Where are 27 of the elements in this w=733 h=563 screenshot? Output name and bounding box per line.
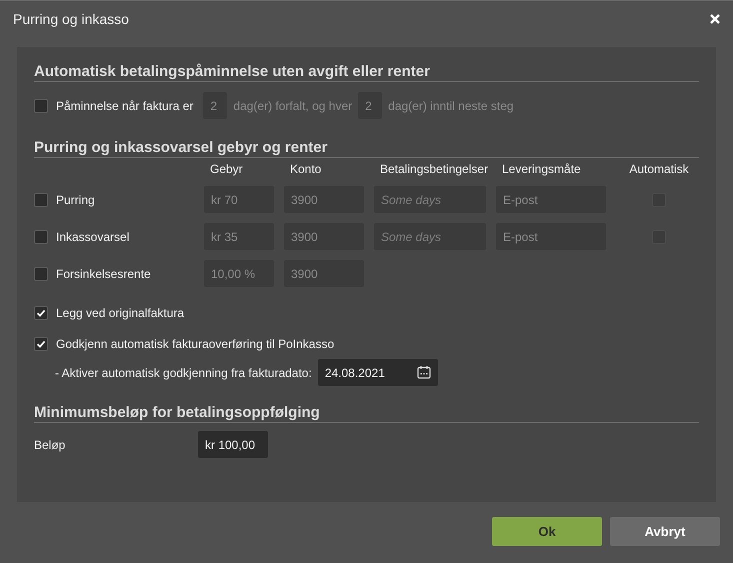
checkbox-label: Påminnelse når faktura er <box>56 98 194 112</box>
checkbox[interactable] <box>34 306 48 320</box>
field-label: Beløp <box>34 438 66 452</box>
window-title: Purring og inkasso <box>13 11 129 27</box>
checkbox-label: Forsinkelsesrente <box>56 266 151 280</box>
cancel-button[interactable]: Avbryt <box>610 517 720 546</box>
checkbox-label: Purring <box>56 192 95 206</box>
section-heading: Automatisk betalingspåminnelse uten avgift eller renter <box>34 63 699 82</box>
checkbox-label: Godkjenn automatisk fakturaoverføring til PoInkasso <box>56 337 334 351</box>
column-header: Automatisk <box>628 162 690 176</box>
checkbox-label: Inkassovarsel <box>56 230 130 244</box>
checkbox-label: Legg ved originalfaktura <box>56 306 184 320</box>
field-label: - Aktiver automatisk godkjenning fra fakturadato: <box>55 366 312 380</box>
column-header: Leveringsmåte <box>501 162 582 176</box>
close-button[interactable] <box>709 13 721 25</box>
inline-text: dag(er) forfalt, og hver <box>233 98 352 112</box>
ok-button[interactable]: Ok <box>492 517 602 546</box>
checkbox[interactable] <box>34 337 48 351</box>
column-header: Konto <box>289 162 322 176</box>
date-field[interactable]: 24.08.2021 <box>318 359 438 386</box>
inline-text: dag(er) inntil neste steg <box>388 98 514 112</box>
column-header: Betalingsbetingelser <box>379 162 486 176</box>
section-heading: Purring og inkassovarsel gebyr og renter <box>34 139 699 158</box>
section-heading: Minimumsbeløp for betalingsoppfølging <box>34 404 699 423</box>
amount-field[interactable]: kr 100,00 <box>198 431 268 458</box>
column-header: Gebyr <box>209 162 244 176</box>
calendar-icon[interactable] <box>416 365 431 379</box>
